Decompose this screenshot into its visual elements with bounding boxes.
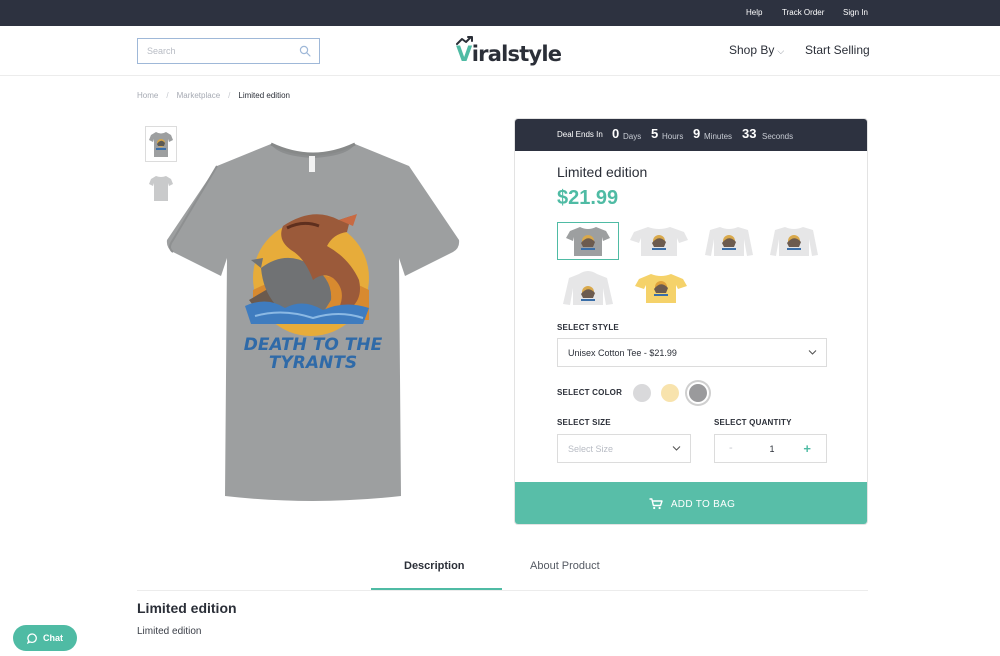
breadcrumb-separator: / bbox=[228, 91, 231, 100]
shirt-print-text-line1: DEATH TO THE bbox=[244, 335, 383, 355]
size-select-placeholder: Select Size bbox=[568, 444, 614, 454]
product-main-image: DEATH TO THE TYRANTS bbox=[166, 142, 460, 501]
breadcrumb-current: Limited edition bbox=[238, 91, 290, 100]
quantity-increase-button[interactable]: + bbox=[803, 441, 811, 456]
shop-by-menu[interactable]: Shop By ⌵ bbox=[729, 43, 784, 57]
tshirt-white-icon bbox=[630, 227, 688, 256]
chat-bubble-icon bbox=[27, 632, 37, 644]
tshirt-grey-icon bbox=[566, 227, 610, 256]
chat-label: Chat bbox=[43, 633, 63, 643]
help-link[interactable]: Help bbox=[746, 8, 762, 17]
deal-countdown-bar: Deal Ends In 0 Days 5 Hours 9 Minutes 33… bbox=[515, 119, 867, 151]
style-option-long-sleeve[interactable] bbox=[698, 222, 760, 260]
countdown-days-unit: Days bbox=[623, 132, 642, 141]
start-selling-link[interactable]: Start Selling bbox=[805, 43, 870, 57]
tab-about-product[interactable]: About Product bbox=[530, 560, 600, 572]
search-box bbox=[137, 38, 320, 64]
add-to-bag-label: ADD TO BAG bbox=[670, 498, 736, 510]
top-utility-bar: Help Track Order Sign In bbox=[0, 0, 1000, 26]
quantity-decrease-button[interactable]: - bbox=[729, 442, 733, 454]
logo-wordmark: iralstyle bbox=[471, 42, 562, 66]
breadcrumb-home[interactable]: Home bbox=[137, 91, 158, 100]
add-to-bag-button[interactable]: ADD TO BAG bbox=[515, 482, 867, 524]
countdown-seconds-unit: Seconds bbox=[762, 132, 794, 141]
breadcrumb-separator: / bbox=[166, 91, 169, 100]
select-size-label: SELECT SIZE bbox=[557, 418, 611, 427]
tabs-divider bbox=[137, 590, 868, 591]
purchase-panel: Deal Ends In 0 Days 5 Hours 9 Minutes 33… bbox=[514, 118, 868, 525]
style-option-womens-tee[interactable] bbox=[628, 222, 690, 260]
long-sleeve-white-icon bbox=[705, 227, 753, 256]
description-body: Limited edition bbox=[137, 626, 202, 637]
countdown-minutes-unit: Minutes bbox=[704, 132, 733, 141]
search-input[interactable] bbox=[138, 39, 288, 63]
breadcrumb-marketplace[interactable]: Marketplace bbox=[177, 91, 221, 100]
style-select[interactable]: Unisex Cotton Tee - $21.99 bbox=[557, 338, 827, 367]
select-style-label: SELECT STYLE bbox=[557, 323, 619, 332]
select-color-label: SELECT COLOR bbox=[557, 388, 623, 397]
product-title: Limited edition bbox=[557, 164, 648, 180]
color-swatch-light-grey[interactable] bbox=[633, 384, 651, 402]
chevron-down-icon: ⌵ bbox=[777, 46, 785, 56]
deal-ends-label: Deal Ends In bbox=[557, 130, 603, 139]
track-order-link[interactable]: Track Order bbox=[782, 8, 824, 17]
style-select-value: Unisex Cotton Tee - $21.99 bbox=[568, 348, 677, 358]
style-option-long-sleeve-2[interactable] bbox=[763, 222, 825, 260]
breadcrumb: Home / Marketplace / Limited edition bbox=[137, 91, 290, 100]
select-quantity-label: SELECT QUANTITY bbox=[714, 418, 792, 427]
long-sleeve-white-icon bbox=[770, 227, 818, 256]
chevron-down-icon bbox=[808, 350, 817, 355]
style-option-hoodie[interactable] bbox=[557, 269, 619, 307]
search-icon[interactable] bbox=[299, 45, 311, 57]
active-tab-indicator bbox=[371, 588, 502, 590]
logo-swoosh-icon bbox=[456, 36, 473, 45]
countdown-hours-unit: Hours bbox=[662, 132, 684, 141]
hoodie-white-icon bbox=[563, 271, 613, 305]
color-swatch-cream[interactable] bbox=[661, 384, 679, 402]
countdown-hours: 5 bbox=[651, 126, 659, 141]
shirt-print-text-line2: TYRANTS bbox=[269, 353, 357, 373]
cart-icon bbox=[649, 498, 663, 510]
color-swatch-heather-grey[interactable] bbox=[689, 384, 707, 402]
tab-description[interactable]: Description bbox=[404, 560, 465, 572]
product-price: $21.99 bbox=[557, 187, 619, 209]
sign-in-link[interactable]: Sign In bbox=[843, 8, 868, 17]
shop-by-label: Shop By bbox=[729, 43, 775, 57]
site-header: Viralstyle Shop By⌵ Start Selling bbox=[0, 26, 1000, 76]
size-select[interactable]: Select Size bbox=[557, 434, 691, 463]
quantity-value[interactable]: 1 bbox=[765, 444, 779, 454]
countdown-days: 0 bbox=[612, 126, 620, 141]
tshirt-yellow-icon bbox=[635, 274, 687, 303]
style-option-yellow-tee[interactable] bbox=[630, 269, 692, 307]
quantity-stepper: - 1 + bbox=[714, 434, 827, 463]
style-option-tee[interactable] bbox=[557, 222, 619, 260]
viralstyle-logo[interactable]: Viralstyle bbox=[456, 36, 562, 66]
chat-button[interactable]: Chat bbox=[13, 625, 77, 651]
countdown-minutes: 9 bbox=[693, 126, 701, 141]
description-title: Limited edition bbox=[137, 600, 237, 616]
chevron-down-icon bbox=[672, 446, 681, 451]
countdown-seconds: 33 bbox=[742, 126, 757, 141]
